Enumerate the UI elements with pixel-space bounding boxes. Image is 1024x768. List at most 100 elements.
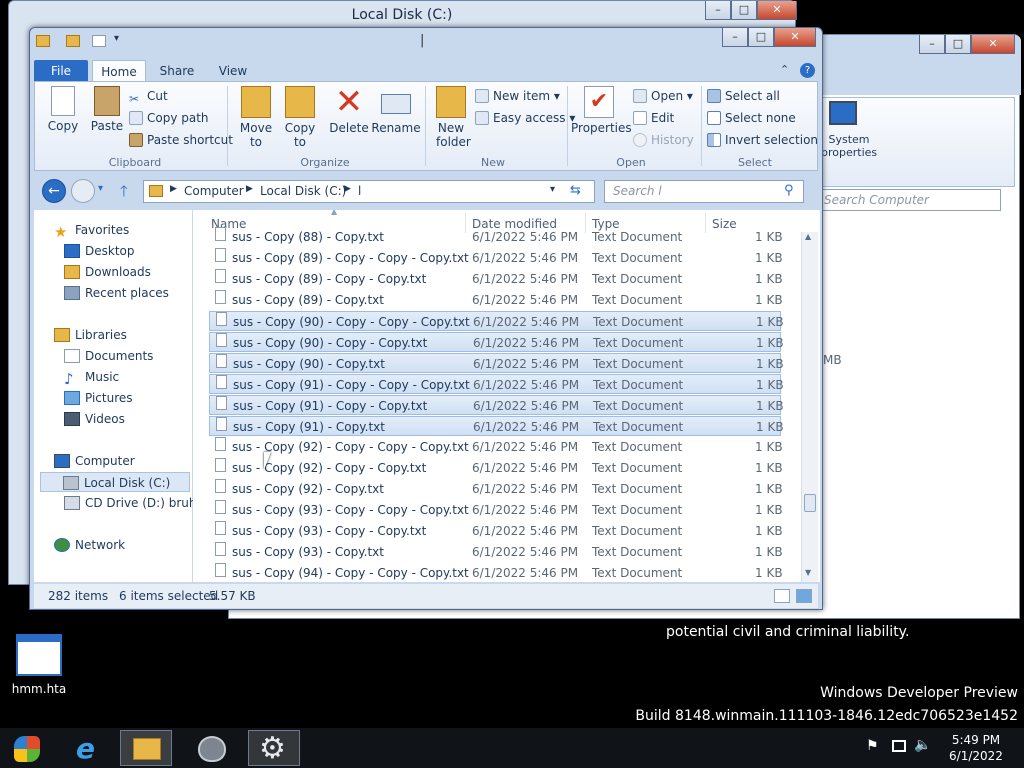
nav-documents[interactable]: Documents (64, 346, 153, 366)
nav-downloads[interactable]: Downloads (64, 262, 151, 282)
scroll-up-icon[interactable]: ▲ (805, 232, 811, 241)
computer-search-input[interactable]: Search Computer (819, 189, 1001, 211)
table-row[interactable]: sus - Copy (92) - Copy - Copy - Copy.txt… (209, 437, 783, 457)
refresh-icon[interactable]: ⇆ (570, 183, 581, 198)
copy-path-button[interactable]: Copy path (129, 108, 209, 128)
table-row[interactable]: sus - Copy (91) - Copy.txt 6/1/2022 5:46 … (209, 416, 784, 436)
details-view-icon[interactable] (774, 589, 790, 603)
table-row[interactable]: sus - Copy (93) - Copy - Copy - Copy.txt… (209, 500, 783, 520)
nav-favorites[interactable]: ★ Favorites (54, 220, 129, 241)
table-row[interactable]: sus - Copy (90) - Copy - Copy - Copy.txt… (209, 311, 784, 331)
breadcrumb-local-disk[interactable]: Local Disk (C:) (260, 184, 346, 198)
folder-icon[interactable] (36, 35, 50, 47)
close-icon[interactable]: ✕ (774, 28, 816, 47)
taskbar-file-explorer[interactable] (120, 730, 172, 766)
network-tray-icon[interactable] (892, 740, 906, 752)
table-row[interactable]: sus - Copy (89) - Copy - Copy.txt 6/1/202… (209, 269, 783, 289)
table-row[interactable]: sus - Copy (92) - Copy.txt 6/1/2022 5:46 … (209, 479, 783, 499)
address-bar[interactable]: ▶ Computer ▶ Local Disk (C:) ▶ l ▾ ⇆ (143, 180, 595, 203)
copy-icon (51, 86, 75, 116)
rename-button[interactable]: Rename (371, 86, 421, 135)
properties-icon[interactable] (92, 35, 106, 47)
chevron-down-icon[interactable]: ▾ (550, 184, 555, 195)
tab-share[interactable]: Share (150, 60, 204, 82)
system-properties-button[interactable]: System properties (821, 133, 877, 159)
clock[interactable]: 5:49 PM 6/1/2022 (936, 732, 1016, 764)
nav-desktop[interactable]: Desktop (64, 241, 135, 261)
vertical-scrollbar[interactable]: ▲ ▼ (801, 232, 818, 582)
desktop-icon-label[interactable]: hmm.hta (0, 682, 78, 696)
copy-button[interactable]: Copy (43, 86, 83, 133)
cut-button[interactable]: ✂ Cut (129, 86, 168, 106)
nav-computer[interactable]: Computer (54, 451, 135, 471)
flag-icon[interactable]: ⚑ (866, 738, 879, 754)
table-row[interactable]: sus - Copy (94) - Copy - Copy - Copy.txt… (209, 563, 783, 582)
paste-shortcut-button[interactable]: Paste shortcut (129, 130, 233, 150)
hta-file-icon[interactable] (16, 634, 62, 676)
table-row[interactable]: sus - Copy (91) - Copy - Copy.txt 6/1/202… (209, 395, 784, 415)
large-icons-view-icon[interactable] (796, 589, 812, 603)
nav-pictures[interactable]: Pictures (64, 388, 133, 408)
taskbar-settings[interactable]: ⚙ (248, 730, 300, 766)
select-none-button[interactable]: Select none (707, 108, 796, 128)
scrollbar-thumb[interactable] (804, 494, 816, 512)
table-row[interactable]: sus - Copy (89) - Copy.txt 6/1/2022 5:46 … (209, 290, 783, 310)
table-row[interactable]: sus - Copy (89) - Copy - Copy - Copy.txt… (209, 248, 783, 268)
maximize-icon[interactable]: □ (945, 35, 971, 54)
back-button[interactable]: ← (42, 179, 66, 203)
maximize-icon[interactable]: □ (731, 1, 757, 20)
breadcrumb-computer[interactable]: Computer (184, 184, 244, 198)
nav-videos[interactable]: Videos (64, 409, 125, 429)
nav-cd-drive[interactable]: CD Drive (D:) bruh (64, 493, 196, 513)
table-row[interactable]: sus - Copy (88) - Copy.txt 6/1/2022 5:46 … (209, 227, 783, 247)
nav-local-disk[interactable]: Local Disk (C:) (40, 472, 190, 492)
new-folder-button[interactable]: New folder (429, 86, 473, 149)
forward-button[interactable] (71, 179, 95, 203)
close-icon[interactable]: ✕ (757, 1, 797, 20)
maximize-icon[interactable]: □ (748, 28, 774, 47)
taskbar-internet-explorer[interactable]: e (64, 730, 116, 766)
table-row[interactable]: sus - Copy (90) - Copy.txt 6/1/2022 5:46 … (209, 353, 784, 373)
minimize-icon[interactable]: – (722, 28, 748, 47)
invert-selection-button[interactable]: Invert selection (707, 130, 818, 150)
history-button[interactable]: History (633, 130, 694, 150)
chevron-up-icon[interactable]: ⌃ (780, 63, 789, 76)
breadcrumb-folder[interactable]: l (358, 184, 361, 198)
text-file-icon (215, 437, 226, 451)
tab-file[interactable]: File (34, 60, 88, 82)
minimize-icon[interactable]: – (919, 35, 945, 54)
search-input[interactable]: Search l (604, 180, 804, 203)
edit-button[interactable]: Edit (633, 108, 674, 128)
volume-muted-icon[interactable]: 🔈 (914, 737, 931, 753)
select-all-button[interactable]: Select all (707, 86, 780, 106)
table-row[interactable]: sus - Copy (92) - Copy - Copy.txt 6/1/202… (209, 458, 783, 478)
scroll-down-icon[interactable]: ▼ (805, 568, 811, 577)
table-row[interactable]: sus - Copy (93) - Copy.txt 6/1/2022 5:46 … (209, 542, 783, 562)
move-to-button[interactable]: Move to (235, 86, 277, 149)
close-icon[interactable]: ✕ (971, 35, 1015, 54)
start-button[interactable] (0, 730, 52, 766)
minimize-icon[interactable]: – (705, 1, 731, 20)
nav-libraries[interactable]: Libraries (54, 325, 127, 345)
folder-icon[interactable] (66, 35, 80, 47)
easy-access-button[interactable]: Easy access ▾ (475, 108, 575, 128)
taskbar-raccoon-app[interactable] (186, 730, 238, 766)
new-item-button[interactable]: New item ▾ (475, 86, 560, 106)
table-row[interactable]: sus - Copy (90) - Copy - Copy.txt 6/1/202… (209, 332, 784, 352)
open-button[interactable]: Open ▾ (633, 86, 693, 106)
nav-music[interactable]: ♪ Music (64, 367, 119, 388)
properties-button[interactable]: ✔ Properties (571, 86, 632, 135)
nav-network[interactable]: Network (54, 535, 125, 555)
tab-view[interactable]: View (206, 60, 260, 82)
nav-recent[interactable]: Recent places (64, 283, 169, 303)
paste-button[interactable]: Paste (87, 86, 127, 133)
chevron-down-icon[interactable]: ▾ (114, 33, 119, 44)
table-row[interactable]: sus - Copy (93) - Copy - Copy.txt 6/1/202… (209, 521, 783, 541)
help-icon[interactable]: ? (800, 63, 815, 78)
tab-home[interactable]: Home (92, 60, 146, 82)
table-row[interactable]: sus - Copy (91) - Copy - Copy - Copy.txt… (209, 374, 784, 394)
up-button[interactable]: 🡑 (120, 181, 128, 206)
delete-button[interactable]: ✕ Delete (327, 85, 371, 135)
chevron-down-icon[interactable]: ▾ (98, 183, 103, 194)
copy-to-button[interactable]: Copy to (279, 86, 321, 149)
